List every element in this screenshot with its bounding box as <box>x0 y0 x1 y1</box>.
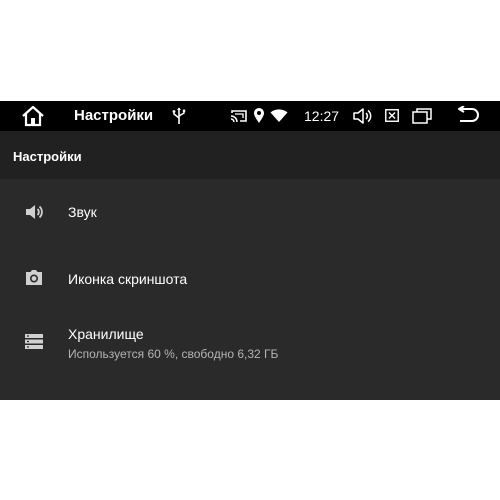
page-title: Настройки <box>13 149 82 164</box>
close-window-button[interactable] <box>385 109 399 122</box>
home-icon <box>22 105 44 127</box>
settings-item-storage[interactable]: Хранилище Используется 60 %, свободно 6,… <box>0 313 500 380</box>
recent-apps-icon <box>412 108 432 124</box>
app-bar: Настройки <box>0 131 500 179</box>
wifi-icon <box>270 109 288 122</box>
back-button[interactable] <box>455 105 481 126</box>
home-button[interactable] <box>20 105 46 127</box>
settings-item-title: Звук <box>68 204 97 220</box>
status-bar-title: Настройки <box>74 107 154 124</box>
settings-item-summary: Используется 60 %, свободно 6,32 ГБ <box>68 347 279 361</box>
status-bar: Настройки 12:27 <box>0 101 500 131</box>
cast-icon <box>230 110 247 123</box>
clock: 12:27 <box>304 108 340 124</box>
volume-icon <box>353 108 372 124</box>
settings-item-title: Хранилище <box>68 326 144 342</box>
volume-icon <box>26 205 43 219</box>
back-icon <box>458 105 479 122</box>
location-icon <box>254 108 264 123</box>
android-screen: Настройки 12:27 Настройки Звук Иконка ск… <box>0 101 500 400</box>
settings-item-sound[interactable]: Звук <box>0 179 500 246</box>
recent-apps-button[interactable] <box>412 108 432 124</box>
settings-item-title: Иконка скриншота <box>68 271 188 287</box>
settings-list: Звук Иконка скриншота Хранилище Использу… <box>0 179 500 380</box>
close-window-icon <box>385 109 399 122</box>
settings-item-screenshot-icon[interactable]: Иконка скриншота <box>0 246 500 313</box>
storage-icon <box>25 334 43 349</box>
camera-icon <box>26 270 42 285</box>
volume-button[interactable] <box>352 107 372 125</box>
usb-icon <box>172 107 186 124</box>
